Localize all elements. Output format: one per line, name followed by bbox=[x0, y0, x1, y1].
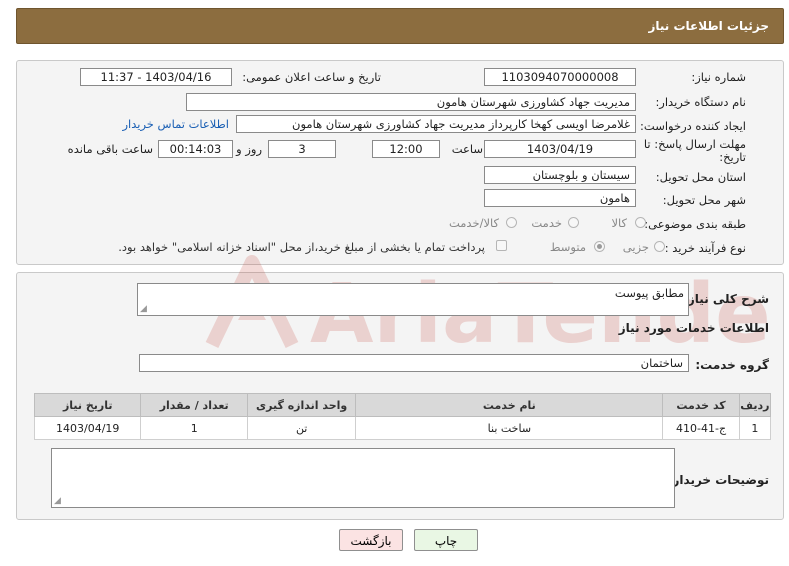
cell-quantity: 1 bbox=[140, 416, 248, 440]
need-summary-field: مطابق پیوست ◢ bbox=[137, 283, 689, 316]
buyer-contact-link[interactable]: اطلاعات تماس خریدار bbox=[122, 117, 229, 131]
resize-grip-icon[interactable]: ◢ bbox=[54, 497, 61, 506]
remaining-time-field: 00:14:03 bbox=[158, 140, 233, 158]
province-field: سیستان و بلوچستان bbox=[484, 166, 636, 184]
buyer-notes-label: توضیحات خریدار: bbox=[667, 473, 769, 487]
category-radio-service[interactable] bbox=[568, 217, 579, 228]
creator-label: ایجاد کننده درخواست: bbox=[640, 119, 746, 133]
category-radio-goods[interactable] bbox=[635, 217, 646, 228]
services-heading: اطلاعات خدمات مورد نیاز bbox=[618, 321, 769, 335]
service-group-field: ساختمان bbox=[139, 354, 689, 372]
cell-service-name: ساخت بنا bbox=[355, 416, 664, 440]
need-summary-label: شرح کلی نیاز: bbox=[683, 292, 769, 306]
col-need-date: تاریخ نیاز bbox=[33, 393, 142, 417]
buyer-notes-field: ◢ bbox=[51, 448, 675, 508]
process-option-minor: جزیی bbox=[622, 240, 649, 254]
buyer-org-label: نام دستگاه خریدار: bbox=[655, 95, 746, 109]
page-title: جزئیات اطلاعات نیاز bbox=[648, 19, 769, 33]
process-option-medium: متوسط bbox=[549, 240, 586, 254]
category-label: طبقه بندی موضوعی: bbox=[644, 217, 746, 231]
col-service-name: نام خدمت bbox=[355, 393, 664, 417]
category-option-goods-service: کالا/خدمت bbox=[448, 216, 499, 230]
need-number-field: 1103094070000008 bbox=[484, 68, 636, 86]
col-row-number: ردیف bbox=[738, 393, 772, 417]
deadline-label: مهلت ارسال پاسخ: تا bbox=[643, 137, 746, 151]
category-option-goods: کالا bbox=[611, 216, 627, 230]
col-unit: واحد اندازه گیری bbox=[246, 393, 357, 417]
need-summary-value: مطابق پیوست bbox=[614, 286, 684, 300]
announce-field: 1403/04/16 - 11:37 bbox=[80, 68, 232, 86]
creator-field: غلامرضا اویسی کهخا کارپرداز مدیریت جهاد … bbox=[236, 115, 636, 133]
category-option-service: خدمت bbox=[531, 216, 562, 230]
services-table: ردیف کد خدمت نام خدمت واحد اندازه گیری ت… bbox=[33, 393, 772, 440]
city-label: شهر محل تحویل: bbox=[662, 193, 746, 207]
services-table-header: ردیف کد خدمت نام خدمت واحد اندازه گیری ت… bbox=[33, 393, 772, 417]
cell-row-number: 1 bbox=[738, 416, 772, 440]
cell-unit: تن bbox=[246, 416, 357, 440]
table-row: 1 ج-41-410 ساخت بنا تن 1 1403/04/19 bbox=[33, 416, 772, 440]
treasury-payment-checkbox[interactable] bbox=[496, 240, 507, 251]
days-label: روز و bbox=[236, 142, 262, 156]
deadline-time-label: ساعت bbox=[451, 142, 483, 156]
page-header: جزئیات اطلاعات نیاز bbox=[16, 8, 784, 44]
col-quantity: تعداد / مقدار bbox=[140, 393, 248, 417]
days-field: 3 bbox=[268, 140, 336, 158]
treasury-payment-note: پرداخت تمام یا بخشی از مبلغ خرید،از محل … bbox=[118, 240, 485, 254]
col-service-code: کد خدمت bbox=[662, 393, 740, 417]
cell-service-code: ج-41-410 bbox=[662, 416, 740, 440]
announce-label: تاریخ و ساعت اعلان عمومی: bbox=[242, 70, 381, 84]
need-number-label: شماره نیاز: bbox=[691, 70, 746, 84]
process-type-label: نوع فرآیند خرید : bbox=[664, 241, 746, 255]
resize-grip-icon[interactable]: ◢ bbox=[140, 305, 147, 314]
province-label: استان محل تحویل: bbox=[655, 170, 746, 184]
deadline-label-2: تاریخ: bbox=[719, 150, 746, 164]
process-radio-medium[interactable] bbox=[594, 241, 605, 252]
back-button[interactable]: بازگشت bbox=[339, 529, 403, 551]
category-radio-goods-service[interactable] bbox=[506, 217, 517, 228]
city-field: هامون bbox=[484, 189, 636, 207]
deadline-time-field: 12:00 bbox=[372, 140, 440, 158]
service-group-label: گروه خدمت: bbox=[695, 358, 769, 372]
cell-need-date: 1403/04/19 bbox=[33, 416, 142, 440]
buyer-org-field: مدیریت جهاد کشاورزی شهرستان هامون bbox=[186, 93, 636, 111]
deadline-date-field: 1403/04/19 bbox=[484, 140, 636, 158]
process-radio-minor[interactable] bbox=[654, 241, 665, 252]
print-button[interactable]: چاپ bbox=[414, 529, 478, 551]
remaining-time-label: ساعت باقی مانده bbox=[67, 142, 153, 156]
need-info-panel bbox=[16, 60, 784, 265]
